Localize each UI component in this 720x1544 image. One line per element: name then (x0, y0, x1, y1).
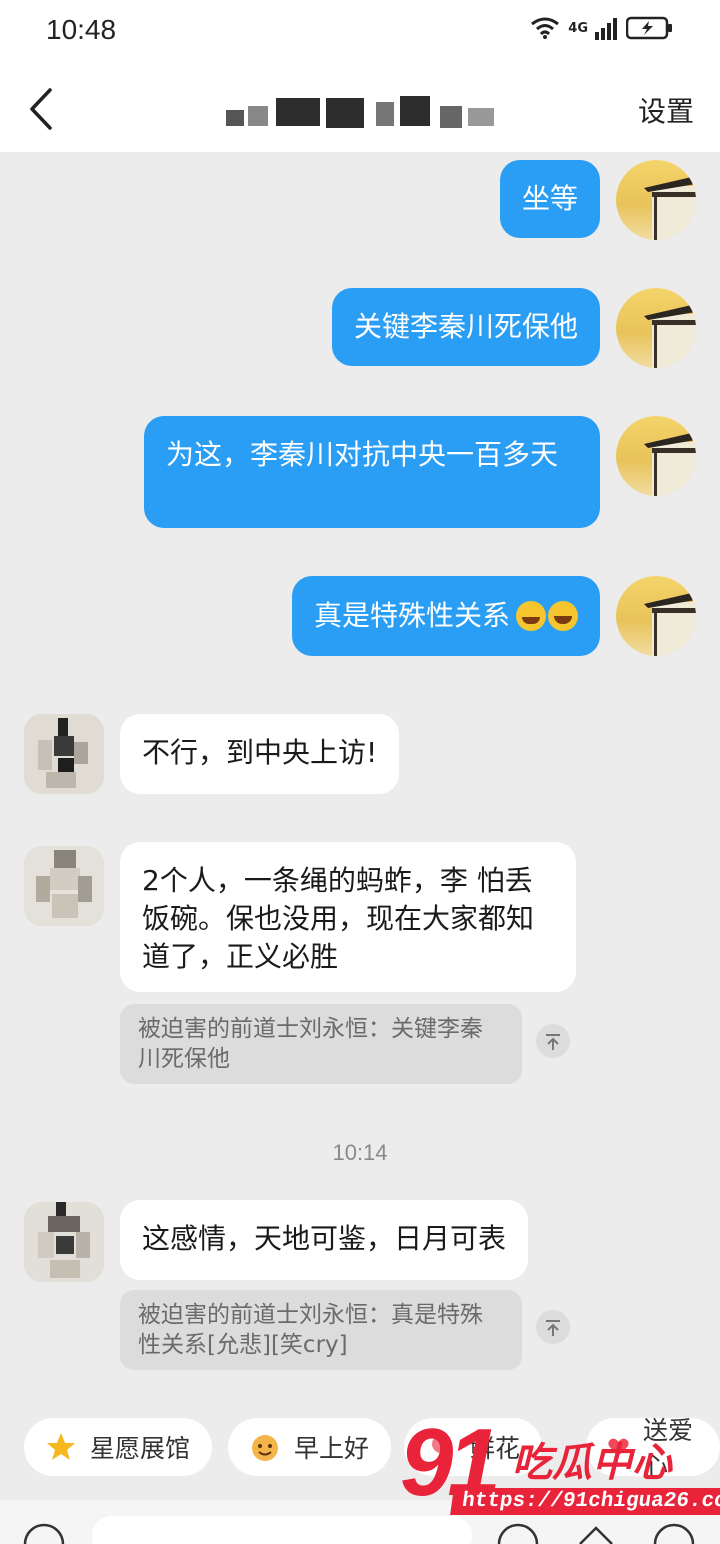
pavilion-avatar-icon (644, 432, 696, 496)
message-text: 真是特殊性关系 (313, 599, 510, 632)
signal-icon (595, 18, 617, 40)
message-text: 关键李秦川死保他 (353, 310, 578, 343)
message-text: 坐等 (521, 182, 578, 215)
outgoing-message-bubble[interactable]: 为这，李秦川对抗中央一百多天 (144, 416, 600, 528)
laughing-emoji-icon (548, 601, 578, 631)
network-label: 4G (568, 20, 588, 36)
quoted-message[interactable]: 被迫害的前道士刘永恒：真是特殊性关系[允悲][笑cry] (120, 1290, 522, 1370)
quoted-message[interactable]: 被迫害的前道士刘永恒：关键李秦川死保他 (120, 1004, 522, 1084)
watermark-url: https://91chigua26.com (450, 1488, 720, 1515)
outgoing-message-bubble[interactable]: 坐等 (499, 160, 600, 238)
chat-header: 设置 (0, 66, 720, 152)
status-bar: 10:48 4G (0, 0, 720, 66)
jump-to-quote-button[interactable] (536, 1310, 570, 1344)
contact-avatar-redacted[interactable] (24, 1202, 104, 1282)
arrow-up-icon (546, 1320, 560, 1336)
pavilion-avatar-icon (644, 592, 696, 656)
pavilion-avatar-icon (644, 304, 696, 368)
pixelated-avatar-icon (24, 1202, 104, 1282)
quick-reply-chip[interactable]: 星愿展馆 (24, 1418, 213, 1476)
status-icons: 4G (530, 16, 674, 40)
contact-avatar-redacted[interactable] (24, 714, 104, 794)
pixelated-avatar-icon (24, 714, 104, 794)
message-timestamp: 10:14 (332, 1140, 388, 1165)
chat-message-list[interactable]: 坐等 关键李秦川死保他 为这，李秦川对抗中央一百多天 真是特殊性关系 不行，到中… (0, 152, 720, 1402)
my-avatar[interactable] (616, 416, 696, 496)
incoming-message-bubble[interactable]: 这感情，天地可鉴，日月可表 (120, 1200, 529, 1280)
outgoing-message-bubble[interactable]: 真是特殊性关系 (291, 576, 600, 656)
contact-avatar-redacted[interactable] (24, 846, 104, 926)
battery-icon (626, 16, 672, 40)
status-time: 10:48 (46, 14, 117, 45)
quick-reply-label: 早上好 (294, 1434, 370, 1463)
quoted-message-text: 被迫害的前道士刘永恒：真是特殊性关系[允悲][笑cry] (138, 1302, 483, 1358)
back-button[interactable] (22, 84, 62, 134)
sun-face-icon (252, 1435, 278, 1461)
message-text: 这感情，天地可鉴，日月可表 (142, 1222, 507, 1255)
quick-reply-label: 星愿展馆 (90, 1434, 191, 1463)
chevron-left-icon (30, 88, 52, 130)
my-avatar[interactable] (616, 288, 696, 368)
pixelated-avatar-icon (24, 846, 104, 926)
jump-to-quote-button[interactable] (536, 1024, 570, 1058)
site-watermark: 91 吃瓜中心 https://91chigua26.com (400, 1408, 720, 1528)
arrow-up-icon (546, 1034, 560, 1050)
quoted-message-text: 被迫害的前道士刘永恒：关键李秦川死保他 (138, 1016, 483, 1072)
my-avatar[interactable] (616, 576, 696, 656)
incoming-message-bubble[interactable]: 2个人，一条绳的蚂蚱，李 怕丢饭碗。保也没用，现在大家都知道了，正义必胜 (120, 842, 576, 992)
settings-button[interactable]: 设置 (638, 90, 694, 130)
message-text: 不行，到中央上访! (142, 736, 378, 769)
message-text: 为这，李秦川对抗中央一百多天 (166, 438, 559, 471)
quick-reply-chip[interactable]: 早上好 (228, 1418, 392, 1476)
message-text: 2个人，一条绳的蚂蚱，李 怕丢饭碗。保也没用，现在大家都知道了，正义必胜 (142, 864, 535, 973)
star-icon (47, 1433, 75, 1460)
crying-laughing-emoji-icon (516, 601, 546, 631)
outgoing-message-bubble[interactable]: 关键李秦川死保他 (331, 288, 600, 366)
wifi-icon (531, 17, 560, 39)
my-avatar[interactable] (616, 160, 696, 240)
incoming-message-bubble[interactable]: 不行，到中央上访! (120, 714, 400, 794)
pavilion-avatar-icon (644, 176, 696, 240)
voice-icon[interactable] (22, 1522, 66, 1544)
chat-title-redacted (226, 94, 496, 128)
watermark-name: 吃瓜中心 (512, 1440, 672, 1486)
